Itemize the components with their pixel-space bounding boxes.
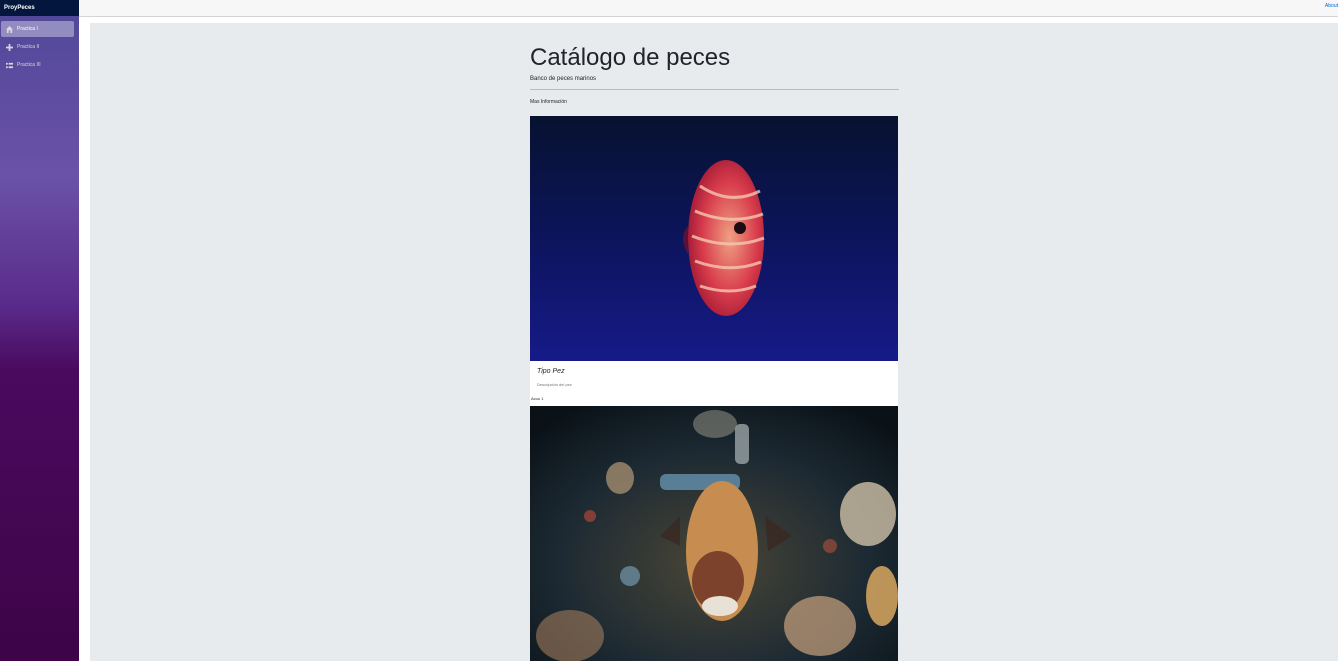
sidebar: ProyPeces Practica I Practica II Practic… xyxy=(0,0,79,661)
home-icon xyxy=(6,25,13,33)
sidebar-item-label: Practica II xyxy=(17,44,40,50)
card-title: Tipo Pez xyxy=(537,368,565,375)
sidebar-item-practica-iii[interactable]: Practica III xyxy=(1,57,74,73)
sidebar-item-label: Practica I xyxy=(17,26,38,32)
main-content: Catálogo de peces Banco de peces marinos… xyxy=(90,23,1338,661)
sidebar-background xyxy=(0,16,79,661)
sidebar-item-practica-i[interactable]: Practica I xyxy=(1,21,74,37)
jumbotron: Catálogo de peces Banco de peces marinos… xyxy=(530,44,899,661)
page-subtitle: Banco de peces marinos xyxy=(530,76,597,82)
sidebar-nav: Practica I Practica II Practica III xyxy=(0,21,79,75)
fish-card xyxy=(530,404,898,661)
card-body: Tipo Pez Descripción del pez Acuo 1 xyxy=(530,361,898,404)
sidebar-item-label: Practica III xyxy=(17,62,41,68)
scorpionfish-image xyxy=(530,406,898,661)
page-title: Catálogo de peces xyxy=(530,44,731,71)
more-info-link[interactable]: Mas Información xyxy=(530,99,567,105)
sidebar-item-practica-ii[interactable]: Practica II xyxy=(1,39,74,55)
top-bar: About xyxy=(79,0,1338,17)
about-link[interactable]: About xyxy=(1325,3,1338,9)
list-icon xyxy=(6,62,13,69)
fish-card: Tipo Pez Descripción del pez Acuo 1 xyxy=(530,116,898,404)
card-link[interactable]: Acuo 1 xyxy=(531,396,543,401)
plus-icon xyxy=(6,43,13,51)
divider xyxy=(530,89,899,90)
discus-fish-image xyxy=(530,116,898,361)
sidebar-header: ProyPeces xyxy=(0,0,79,16)
brand-link[interactable]: ProyPeces xyxy=(4,5,35,11)
card-text: Descripción del pez xyxy=(537,382,572,387)
